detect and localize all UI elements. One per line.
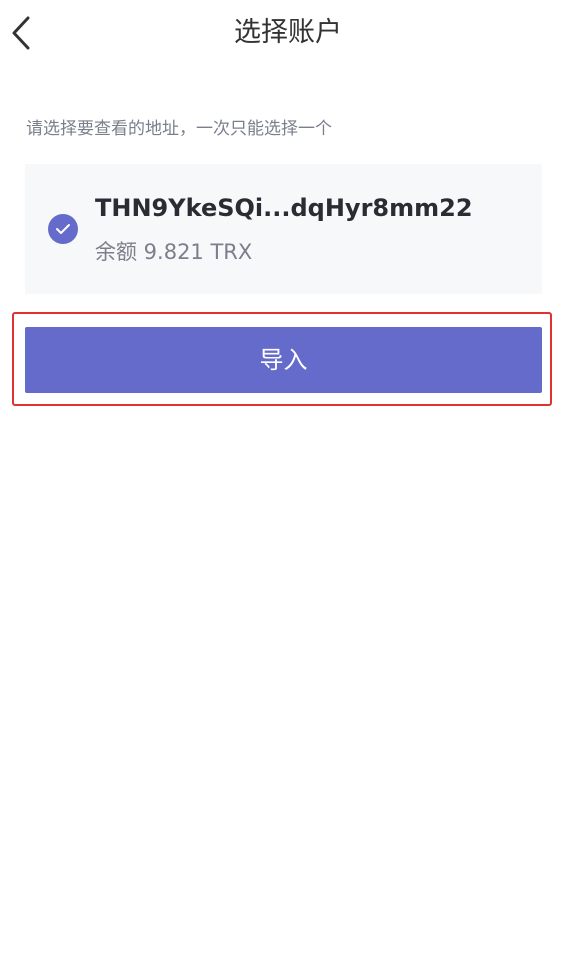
page-title: 选择账户: [234, 17, 342, 48]
header-bar: 选择账户: [0, 0, 576, 66]
import-button[interactable]: 导入: [25, 327, 542, 393]
selection-hint: 请选择要查看的地址，一次只能选择一个: [26, 119, 332, 139]
account-item[interactable]: THN9YkeSQi...dqHyr8mm22 余额 9.821 TRX: [25, 164, 542, 294]
account-address: THN9YkeSQi...dqHyr8mm22: [95, 194, 473, 222]
account-balance: 余额 9.821 TRX: [95, 240, 253, 264]
check-circle-icon: [48, 214, 78, 244]
